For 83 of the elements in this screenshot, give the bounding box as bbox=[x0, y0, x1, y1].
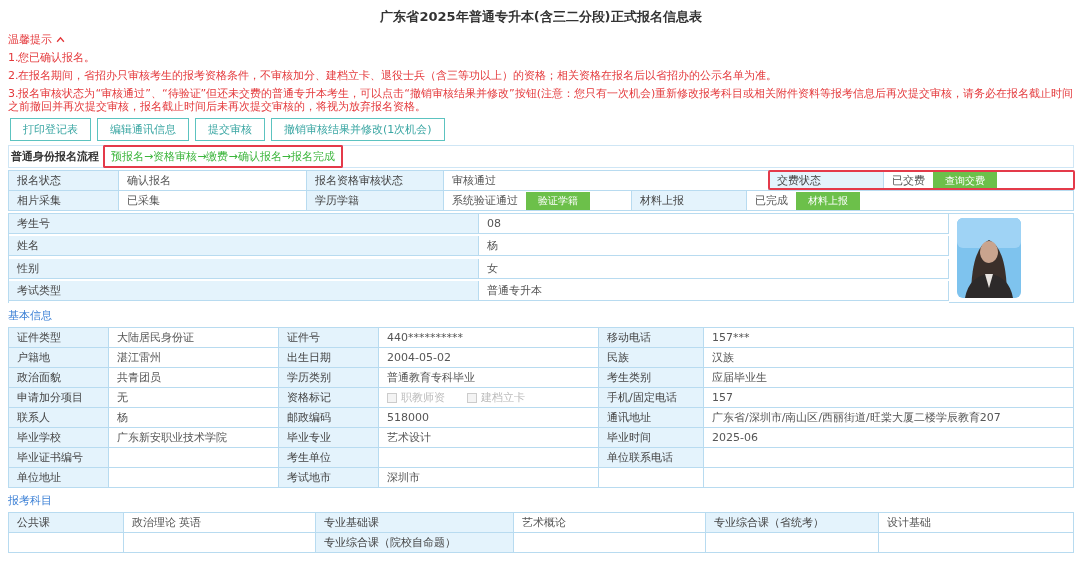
field-label: 报名状态 bbox=[9, 171, 119, 191]
field-label: 考试地市 bbox=[279, 468, 379, 488]
field-label: 单位联系电话 bbox=[599, 448, 704, 468]
field-value: 157 bbox=[704, 388, 1074, 408]
field-value: 艺术设计 bbox=[379, 428, 599, 448]
field-value: 08 bbox=[479, 214, 949, 234]
field-value: 共青团员 bbox=[109, 368, 279, 388]
field-label: 性别 bbox=[9, 258, 479, 279]
field-value: 广东新安职业技术学院 bbox=[109, 428, 279, 448]
field-label: 单位地址 bbox=[9, 468, 109, 488]
field-value: 杨 bbox=[479, 236, 949, 257]
field-label: 联系人 bbox=[9, 408, 109, 428]
action-button[interactable]: 编辑通讯信息 bbox=[97, 118, 189, 141]
field-label: 专业综合课（省统考） bbox=[706, 513, 879, 533]
field-value: 518000 bbox=[379, 408, 599, 428]
field-label: 证件类型 bbox=[9, 328, 109, 348]
field-label: 专业综合课（院校自命题） bbox=[316, 533, 514, 553]
field-label: 毕业学校 bbox=[9, 428, 109, 448]
field-value: 广东省/深圳市/南山区/西丽街道/旺棠大厦二楼学辰教育207 bbox=[704, 408, 1074, 428]
field-label: 移动电话 bbox=[599, 328, 704, 348]
field-value: 2004-05-02 bbox=[379, 348, 599, 368]
field-value: 已完成 bbox=[755, 193, 788, 208]
field-value: 已交费 bbox=[892, 173, 925, 188]
field-value: 深圳市 bbox=[379, 468, 599, 488]
field-label: 户籍地 bbox=[9, 348, 109, 368]
action-button[interactable]: 打印登记表 bbox=[10, 118, 91, 141]
field-label: 邮政编码 bbox=[279, 408, 379, 428]
field-label: 资格标记 bbox=[279, 388, 379, 408]
field-label: 考生类别 bbox=[599, 368, 704, 388]
field-value: 汉族 bbox=[704, 348, 1074, 368]
field-value: 大陆居民身份证 bbox=[109, 328, 279, 348]
notice-text: 2.在报名期间，省招办只审核考生的报考资格条件，不审核加分、建档立卡、退役士兵（含三等功以上）的资格；相关资格在报名后以省招办的公示名单为准。 bbox=[8, 69, 779, 82]
caret-icon[interactable] bbox=[56, 36, 65, 43]
section-heading: 报考科目 bbox=[8, 493, 53, 508]
field-value: 审核通过 bbox=[444, 171, 769, 191]
flow-label: 普通身份报名流程 bbox=[11, 149, 99, 164]
field-label: 材料上报 bbox=[632, 191, 747, 211]
field-label: 相片采集 bbox=[9, 191, 119, 211]
field-value: 157*** bbox=[704, 328, 1074, 348]
field-value: 普通专升本 bbox=[479, 280, 949, 301]
field-label: 学历学籍 bbox=[307, 191, 444, 211]
action-button[interactable]: 材料上报 bbox=[796, 191, 860, 210]
field-label: 出生日期 bbox=[279, 348, 379, 368]
action-button[interactable]: 提交审核 bbox=[195, 118, 265, 141]
field-label: 毕业证书编号 bbox=[9, 448, 109, 468]
field-value: 应届毕业生 bbox=[704, 368, 1074, 388]
action-button[interactable]: 验证学籍 bbox=[526, 191, 590, 210]
field-label: 毕业专业 bbox=[279, 428, 379, 448]
field-label: 学历类别 bbox=[279, 368, 379, 388]
field-label: 报名资格审核状态 bbox=[307, 171, 444, 191]
field-value: 已采集 bbox=[119, 191, 307, 211]
field-label: 考试类型 bbox=[9, 280, 479, 301]
field-label: 专业基础课 bbox=[316, 513, 514, 533]
field-value: 无 bbox=[109, 388, 279, 408]
field-label: 姓名 bbox=[9, 236, 479, 257]
field-label: 民族 bbox=[599, 348, 704, 368]
field-value: 普通教育专科毕业 bbox=[379, 368, 599, 388]
field-label: 手机/固定电话 bbox=[599, 388, 704, 408]
field-value: 系统验证通过 bbox=[452, 193, 518, 208]
action-button[interactable]: 撤销审核结果并修改(1次机会) bbox=[271, 118, 445, 141]
flow-steps: 预报名→资格审核→缴费→确认报名→报名完成 bbox=[103, 145, 343, 168]
field-value: 设计基础 bbox=[879, 513, 1074, 533]
field-label: 申请加分项目 bbox=[9, 388, 109, 408]
notice-text: 3.报名审核状态为“审核通过”、“待验证”但还未交费的普通专升本考生，可以点击“撤销审核结果并修改”按钮(注意：您只有一次机会)重新修改报考科目或相关附件资料等报考信息后再次提交审核，请务必在报名截止时间之前撤回并再次提交审核，报名截止时间后未再次提交审核的，将视为放弃报名资格。 bbox=[8, 87, 1074, 113]
field-value: 女 bbox=[479, 258, 949, 279]
notice-heading[interactable]: 温馨提示 bbox=[8, 32, 52, 47]
field-label: 考生单位 bbox=[279, 448, 379, 468]
notice-text: 1.您已确认报名。 bbox=[8, 51, 97, 64]
field-value: 艺术概论 bbox=[514, 513, 706, 533]
field-value: 杨 bbox=[109, 408, 279, 428]
field-value: 政治理论 英语 bbox=[124, 513, 316, 533]
field-label: 毕业时间 bbox=[599, 428, 704, 448]
field-label: 通讯地址 bbox=[599, 408, 704, 428]
page-title: 广东省2025年普通专升本(含三二分段)正式报名信息表 bbox=[379, 8, 703, 26]
field-label: 政治面貌 bbox=[9, 368, 109, 388]
field-value: 440********** bbox=[379, 328, 599, 348]
field-label: 公共课 bbox=[9, 513, 124, 533]
field-label: 证件号 bbox=[279, 328, 379, 348]
section-heading: 基本信息 bbox=[8, 308, 53, 323]
field-value: 2025-06 bbox=[704, 428, 1074, 448]
field-value: 湛江雷州 bbox=[109, 348, 279, 368]
field-label: 考生号 bbox=[9, 214, 479, 234]
field-value: 确认报名 bbox=[119, 171, 307, 191]
